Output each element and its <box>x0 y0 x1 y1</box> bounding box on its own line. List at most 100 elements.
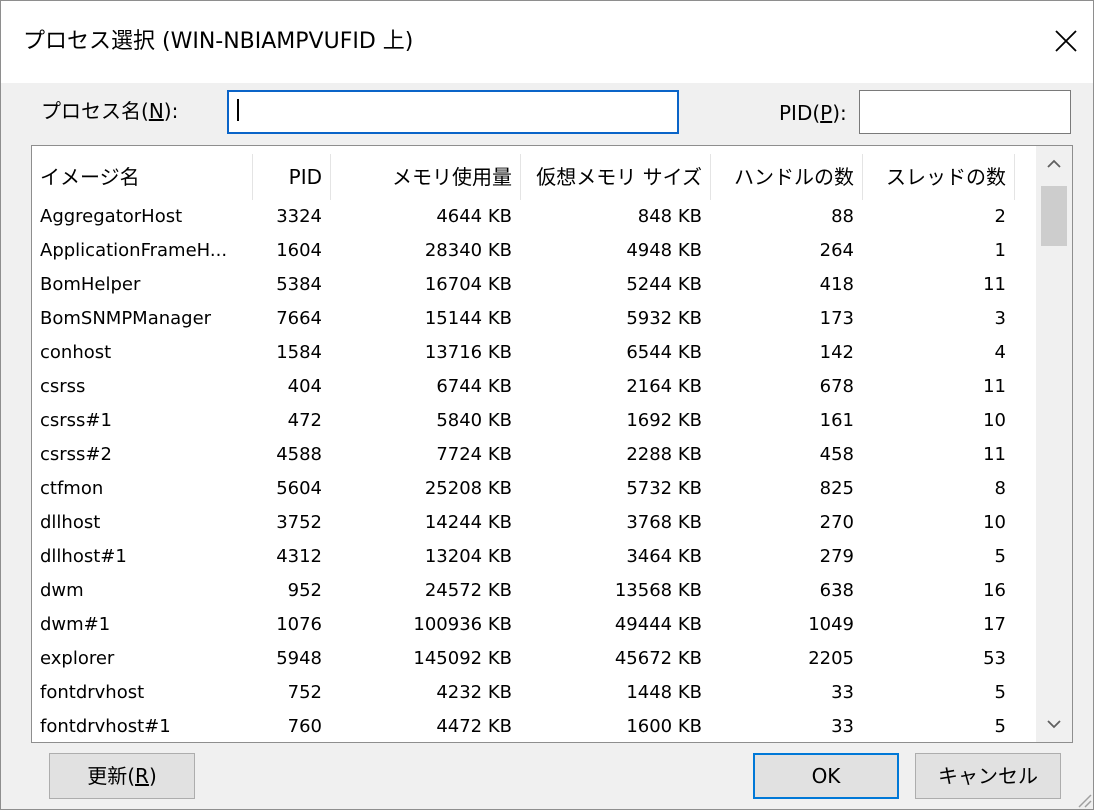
cell-pid: 3752 <box>276 512 322 533</box>
table-row[interactable]: csrss#1 472 5840 KB 1692 KB 161 10 <box>32 404 1036 438</box>
table-row[interactable]: explorer 5948 145092 KB 45672 KB 2205 53 <box>32 642 1036 676</box>
table-row[interactable]: fontdrvhost 752 4232 KB 1448 KB 33 5 <box>32 676 1036 710</box>
table-row[interactable]: AggregatorHost 3324 4644 KB 848 KB 88 2 <box>32 200 1036 234</box>
close-icon <box>1055 30 1077 52</box>
cell-memory: 14244 KB <box>424 512 512 533</box>
cell-virtual-memory: 3464 KB <box>626 546 702 567</box>
cell-virtual-memory: 13568 KB <box>614 580 702 601</box>
dialog-title: プロセス選択 (WIN-NBIAMPVUFID 上) <box>23 29 414 54</box>
pid-label: PID(P): <box>779 101 847 125</box>
cancel-button[interactable]: キャンセル <box>915 753 1061 799</box>
table-row[interactable]: csrss 404 6744 KB 2164 KB 678 11 <box>32 370 1036 404</box>
cell-memory: 4644 KB <box>436 206 512 227</box>
scroll-down-button[interactable] <box>1036 706 1072 742</box>
text-caret <box>237 99 239 121</box>
pid-input[interactable] <box>859 90 1071 134</box>
column-header-memory[interactable]: メモリ使用量 <box>330 146 520 208</box>
cell-image-name: AggregatorHost <box>40 206 183 227</box>
cell-handles: 142 <box>819 342 854 363</box>
cell-pid: 5384 <box>276 274 322 295</box>
cell-threads: 10 <box>983 410 1006 431</box>
cell-pid: 760 <box>287 716 322 737</box>
cell-pid: 4588 <box>276 444 322 465</box>
table-row[interactable]: ApplicationFrameH... 1604 28340 KB 4948 KB 2… <box>32 234 1036 268</box>
scroll-thumb[interactable] <box>1041 186 1067 246</box>
cell-threads: 16 <box>983 580 1006 601</box>
table-row[interactable]: dwm 952 24572 KB 13568 KB 638 16 <box>32 574 1036 608</box>
cell-threads: 4 <box>994 342 1006 363</box>
cell-threads: 5 <box>994 682 1006 703</box>
cell-virtual-memory: 5732 KB <box>626 478 702 499</box>
cell-pid: 404 <box>287 376 322 397</box>
cell-image-name: dwm#1 <box>40 614 111 635</box>
column-header-threads[interactable]: スレッドの数 <box>862 146 1014 208</box>
cell-threads: 11 <box>983 274 1006 295</box>
cell-handles: 270 <box>819 512 854 533</box>
cell-memory: 13204 KB <box>424 546 512 567</box>
cell-virtual-memory: 848 KB <box>637 206 702 227</box>
cell-handles: 678 <box>819 376 854 397</box>
cell-handles: 88 <box>831 206 854 227</box>
cell-memory: 5840 KB <box>436 410 512 431</box>
cell-virtual-memory: 5932 KB <box>626 308 702 329</box>
cell-memory: 100936 KB <box>413 614 512 635</box>
cell-image-name: dllhost <box>40 512 101 533</box>
cell-image-name: conhost <box>40 342 112 363</box>
cell-virtual-memory: 1692 KB <box>626 410 702 431</box>
cell-image-name: explorer <box>40 648 115 669</box>
refresh-button[interactable]: 更新(R) <box>49 753 195 799</box>
cell-threads: 3 <box>994 308 1006 329</box>
process-name-input[interactable] <box>227 90 679 134</box>
cell-threads: 5 <box>994 546 1006 567</box>
cell-handles: 1049 <box>808 614 854 635</box>
cell-memory: 24572 KB <box>424 580 512 601</box>
close-button[interactable] <box>1041 13 1091 69</box>
cell-image-name: BomSNMPManager <box>40 308 212 329</box>
column-header-image-name[interactable]: イメージ名 <box>32 146 252 208</box>
resize-grip-icon[interactable] <box>1069 785 1093 809</box>
title-bar: プロセス選択 (WIN-NBIAMPVUFID 上) <box>1 1 1093 83</box>
column-divider[interactable] <box>1014 154 1015 200</box>
cell-pid: 752 <box>287 682 322 703</box>
cell-handles: 418 <box>819 274 854 295</box>
cell-virtual-memory: 5244 KB <box>626 274 702 295</box>
table-row[interactable]: csrss#2 4588 7724 KB 2288 KB 458 11 <box>32 438 1036 472</box>
cell-image-name: dwm <box>40 580 84 601</box>
cell-threads: 2 <box>994 206 1006 227</box>
cell-memory: 7724 KB <box>436 444 512 465</box>
cell-image-name: BomHelper <box>40 274 141 295</box>
cell-threads: 11 <box>983 376 1006 397</box>
cell-pid: 1076 <box>276 614 322 635</box>
cell-image-name: dllhost#1 <box>40 546 127 567</box>
process-list[interactable]: イメージ名 PID メモリ使用量 仮想メモリ サイズ ハンドルの数 スレッドの数… <box>31 145 1073 743</box>
cell-threads: 53 <box>983 648 1006 669</box>
table-row[interactable]: dllhost#1 4312 13204 KB 3464 KB 279 5 <box>32 540 1036 574</box>
table-row[interactable]: dwm#1 1076 100936 KB 49444 KB 1049 17 <box>32 608 1036 642</box>
table-row[interactable]: ctfmon 5604 25208 KB 5732 KB 825 8 <box>32 472 1036 506</box>
cell-image-name: csrss <box>40 376 86 397</box>
cell-threads: 1 <box>994 240 1006 261</box>
cell-handles: 638 <box>819 580 854 601</box>
table-row[interactable]: fontdrvhost#1 760 4472 KB 1600 KB 33 5 <box>32 710 1036 742</box>
ok-button[interactable]: OK <box>753 753 899 799</box>
column-header-handles[interactable]: ハンドルの数 <box>710 146 862 208</box>
chevron-down-icon <box>1047 720 1061 729</box>
cell-virtual-memory: 2288 KB <box>626 444 702 465</box>
cell-threads: 5 <box>994 716 1006 737</box>
scroll-up-button[interactable] <box>1036 146 1072 182</box>
table-row[interactable]: BomSNMPManager 7664 15144 KB 5932 KB 173 3 <box>32 302 1036 336</box>
cell-threads: 8 <box>994 478 1006 499</box>
cell-memory: 28340 KB <box>424 240 512 261</box>
cell-image-name: fontdrvhost <box>40 682 145 703</box>
cell-memory: 4472 KB <box>436 716 512 737</box>
vertical-scrollbar[interactable] <box>1036 146 1072 742</box>
cell-handles: 2205 <box>808 648 854 669</box>
cell-image-name: fontdrvhost#1 <box>40 716 171 737</box>
cell-virtual-memory: 2164 KB <box>626 376 702 397</box>
table-row[interactable]: BomHelper 5384 16704 KB 5244 KB 418 11 <box>32 268 1036 302</box>
column-header-virtual-memory[interactable]: 仮想メモリ サイズ <box>520 146 710 208</box>
cell-handles: 458 <box>819 444 854 465</box>
column-header-pid[interactable]: PID <box>252 146 330 208</box>
table-row[interactable]: conhost 1584 13716 KB 6544 KB 142 4 <box>32 336 1036 370</box>
table-row[interactable]: dllhost 3752 14244 KB 3768 KB 270 10 <box>32 506 1036 540</box>
